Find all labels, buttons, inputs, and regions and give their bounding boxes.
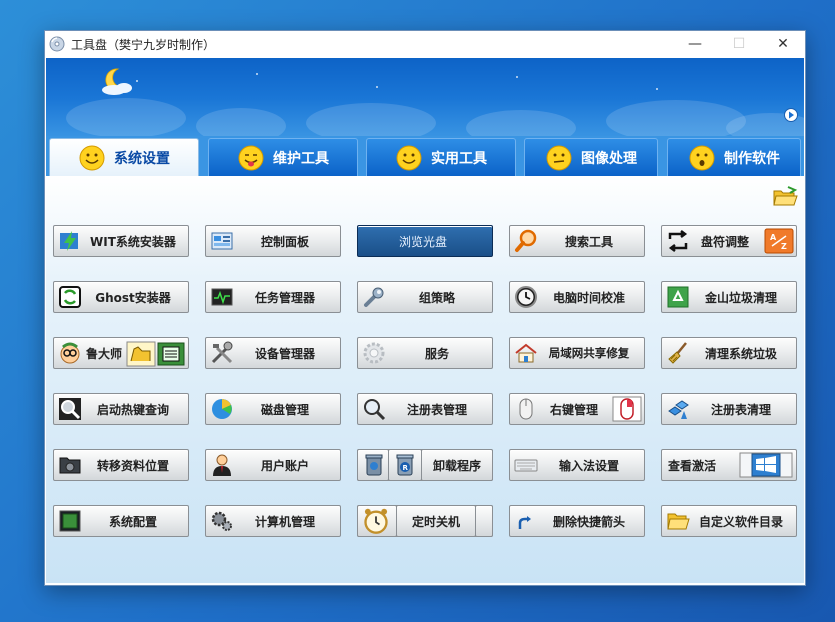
magnifier-dark-icon xyxy=(59,398,81,420)
mouse-icon xyxy=(519,398,533,420)
registry-manager-button[interactable]: 注册表管理 xyxy=(357,393,493,425)
timed-shutdown-button[interactable]: 定时关机 xyxy=(396,505,476,537)
moon-cloud-icon xyxy=(102,68,132,95)
group-policy-button[interactable]: 组策略 xyxy=(357,281,493,313)
tab-label: 实用工具 xyxy=(431,150,487,167)
uninstall-programs-button[interactable]: 卸载程序 xyxy=(421,449,493,481)
install-arrow-icon xyxy=(60,231,78,251)
tab-label: 系统设置 xyxy=(114,150,170,167)
broom-icon xyxy=(668,342,687,364)
system-config-button[interactable]: 系统配置 xyxy=(53,505,189,537)
surprised-smiley-icon xyxy=(689,145,715,170)
svg-text:R: R xyxy=(403,464,409,472)
tab-maintenance-tools[interactable]: 维护工具 xyxy=(208,138,358,176)
task-monitor-icon xyxy=(211,288,233,306)
disk-management-button[interactable]: 磁盘管理 xyxy=(205,393,341,425)
user-icon xyxy=(213,454,231,476)
tongue-smiley-icon xyxy=(238,145,264,170)
gear-icon xyxy=(363,342,385,364)
az-sort-icon: AZ xyxy=(764,228,794,254)
dog-icon xyxy=(126,341,156,367)
tab-label: 维护工具 xyxy=(273,150,329,167)
uninstall-tool-icon-button[interactable] xyxy=(357,449,389,481)
view-activation-button[interactable]: 查看激活 xyxy=(661,449,797,481)
tab-utility-tools[interactable]: 实用工具 xyxy=(366,138,516,176)
uninstall-revo-button[interactable]: R xyxy=(388,449,422,481)
magnifier-icon xyxy=(364,399,386,421)
search-tool-button[interactable]: 搜索工具 xyxy=(509,225,645,257)
master-face-icon xyxy=(60,342,80,364)
registry-clean-button[interactable]: 注册表清理 xyxy=(661,393,797,425)
ludashi-button[interactable]: 鲁大师 xyxy=(53,337,189,369)
clock-icon xyxy=(515,286,537,308)
open-folder-icon[interactable] xyxy=(772,186,798,208)
pie-chart-icon xyxy=(212,399,232,419)
header-banner xyxy=(46,58,804,138)
smiley-icon xyxy=(396,145,422,170)
services-button[interactable]: 服务 xyxy=(357,337,493,369)
timed-shutdown-extra-button[interactable] xyxy=(475,505,493,537)
device-manager-button[interactable]: 设备管理器 xyxy=(205,337,341,369)
uninstall-can-icon xyxy=(365,454,383,476)
neutral-smiley-icon xyxy=(546,145,572,170)
move-data-location-button[interactable]: 转移资料位置 xyxy=(53,449,189,481)
home-network-icon xyxy=(515,343,537,363)
minimize-button[interactable]: — xyxy=(673,31,717,57)
recycle-icon xyxy=(667,286,689,308)
tab-system-settings[interactable]: 系统设置 xyxy=(49,138,199,176)
tab-image-processing[interactable]: 图像处理 xyxy=(524,138,658,176)
ghost-installer-button[interactable]: Ghost安装器 xyxy=(53,281,189,313)
alarm-clock-icon xyxy=(364,508,388,534)
context-menu-button[interactable]: 右键管理 xyxy=(509,393,645,425)
tool-panel: WIT系统安装器 控制面板 浏览光盘 搜索工具 盘符调整 AZ Ghost安装器… xyxy=(46,176,804,583)
blue-cubes-icon xyxy=(668,400,689,419)
app-disc-icon xyxy=(49,36,65,52)
ghost-disk-icon xyxy=(59,286,81,308)
svg-text:A: A xyxy=(770,233,777,242)
wrench-icon xyxy=(364,287,384,307)
next-page-icon[interactable] xyxy=(784,108,798,122)
hotkey-query-button[interactable]: 启动热键查询 xyxy=(53,393,189,425)
drive-letter-button[interactable]: 盘符调整 AZ xyxy=(661,225,797,257)
title-bar: 工具盘（樊宁九岁时制作） — ☐ ✕ xyxy=(45,31,805,57)
remove-shortcut-arrow-button[interactable]: 删除快捷箭头 xyxy=(509,505,645,537)
svg-text:Z: Z xyxy=(781,242,787,251)
control-panel-button[interactable]: 控制面板 xyxy=(205,225,341,257)
revo-icon: R xyxy=(396,454,414,476)
clean-system-junk-button[interactable]: 清理系统垃圾 xyxy=(661,337,797,369)
kingsoft-clean-button[interactable]: 金山垃圾清理 xyxy=(661,281,797,313)
app-window: 工具盘（樊宁九岁时制作） — ☐ ✕ 系统设置 维护工具 实用工具 图像处理 制… xyxy=(44,30,806,586)
window-title: 工具盘（樊宁九岁时制作） xyxy=(71,37,216,52)
browse-disc-button[interactable]: 浏览光盘 xyxy=(357,225,493,257)
tab-label: 制作软件 xyxy=(724,150,780,167)
user-accounts-button[interactable]: 用户账户 xyxy=(205,449,341,481)
swap-arrows-icon xyxy=(668,230,688,252)
smiley-icon xyxy=(79,145,105,170)
close-button[interactable]: ✕ xyxy=(761,31,805,57)
alarm-clock-button[interactable] xyxy=(357,505,397,537)
gears-icon xyxy=(211,511,232,531)
keyboard-icon xyxy=(514,459,538,472)
search-icon xyxy=(515,229,537,252)
tools-icon xyxy=(211,341,233,364)
tab-bar: 系统设置 维护工具 实用工具 图像处理 制作软件 xyxy=(46,136,804,176)
folder-icon xyxy=(667,513,690,530)
computer-management-button[interactable]: 计算机管理 xyxy=(205,505,341,537)
task-manager-button[interactable]: 任务管理器 xyxy=(205,281,341,313)
wit-installer-button[interactable]: WIT系统安装器 xyxy=(53,225,189,257)
mouse-right-click-icon xyxy=(612,396,642,422)
shortcut-arrow-icon xyxy=(518,516,531,529)
time-sync-button[interactable]: 电脑时间校准 xyxy=(509,281,645,313)
tab-label: 图像处理 xyxy=(581,150,637,167)
tab-make-software[interactable]: 制作软件 xyxy=(667,138,801,176)
lan-share-fix-button[interactable]: 局域网共享修复 xyxy=(509,337,645,369)
chip-icon xyxy=(157,342,185,366)
green-board-icon xyxy=(59,510,81,532)
windows-box-icon xyxy=(739,452,793,478)
custom-software-dir-button[interactable]: 自定义软件目录 xyxy=(661,505,797,537)
control-panel-icon xyxy=(211,232,233,250)
dark-folder-icon xyxy=(59,457,81,474)
input-method-button[interactable]: 输入法设置 xyxy=(509,449,645,481)
maximize-button: ☐ xyxy=(732,36,746,52)
